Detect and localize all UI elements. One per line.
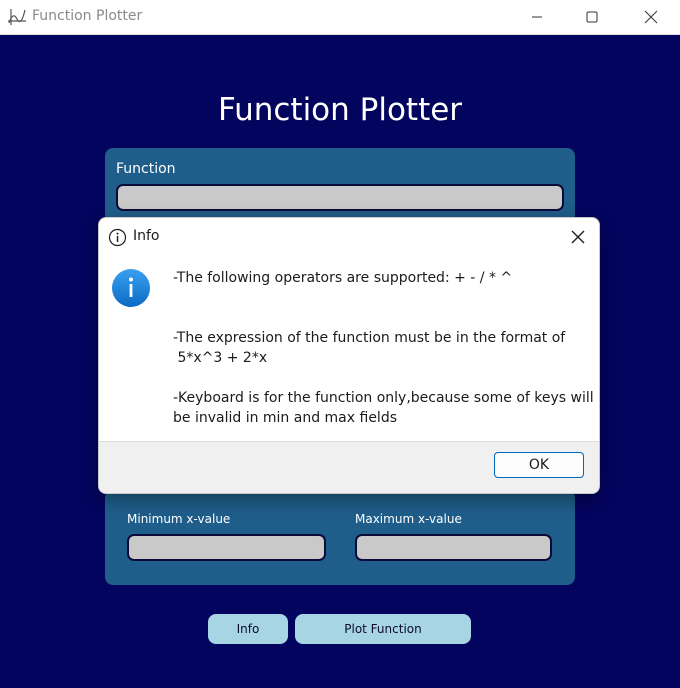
dialog-message-line-4: -Keyboard is for the function only,becau…: [173, 390, 594, 406]
info-dialog: Info -The following operators are suppor…: [98, 217, 600, 494]
close-icon: [644, 10, 658, 24]
function-graph-icon: [8, 9, 26, 25]
page-title: Function Plotter: [217, 92, 463, 128]
ok-button[interactable]: OK: [494, 452, 584, 478]
dialog-message-line-5: be invalid in min and max fields: [173, 410, 397, 426]
minimize-icon: [532, 16, 542, 18]
window-title: Function Plotter: [32, 8, 143, 24]
info-button[interactable]: Info: [208, 614, 288, 644]
maximize-button[interactable]: [563, 0, 621, 34]
function-label: Function: [116, 161, 176, 177]
function-input[interactable]: [116, 184, 564, 211]
range-panel: Minimum x-value Maximum x-value: [105, 490, 575, 585]
dialog-message-line-2: -The expression of the function must be …: [173, 330, 566, 346]
title-bar: Function Plotter: [0, 0, 680, 35]
minimize-button[interactable]: [508, 0, 566, 34]
max-x-input[interactable]: [355, 534, 552, 561]
min-x-label: Minimum x-value: [127, 512, 231, 526]
min-x-input[interactable]: [127, 534, 326, 561]
dialog-title: Info: [133, 228, 160, 244]
function-panel: Function: [105, 148, 575, 223]
info-blue-icon: [112, 269, 150, 307]
window-close-button[interactable]: [622, 0, 680, 34]
plot-function-button[interactable]: Plot Function: [295, 614, 471, 644]
dialog-message-line-3: 5*x^3 + 2*x: [173, 350, 268, 366]
info-outline-icon: [108, 228, 127, 247]
dialog-close-icon[interactable]: [567, 226, 589, 248]
maximize-icon: [586, 11, 598, 23]
max-x-label: Maximum x-value: [355, 512, 462, 526]
dialog-message-line-1: -The following operators are supported: …: [173, 270, 513, 286]
